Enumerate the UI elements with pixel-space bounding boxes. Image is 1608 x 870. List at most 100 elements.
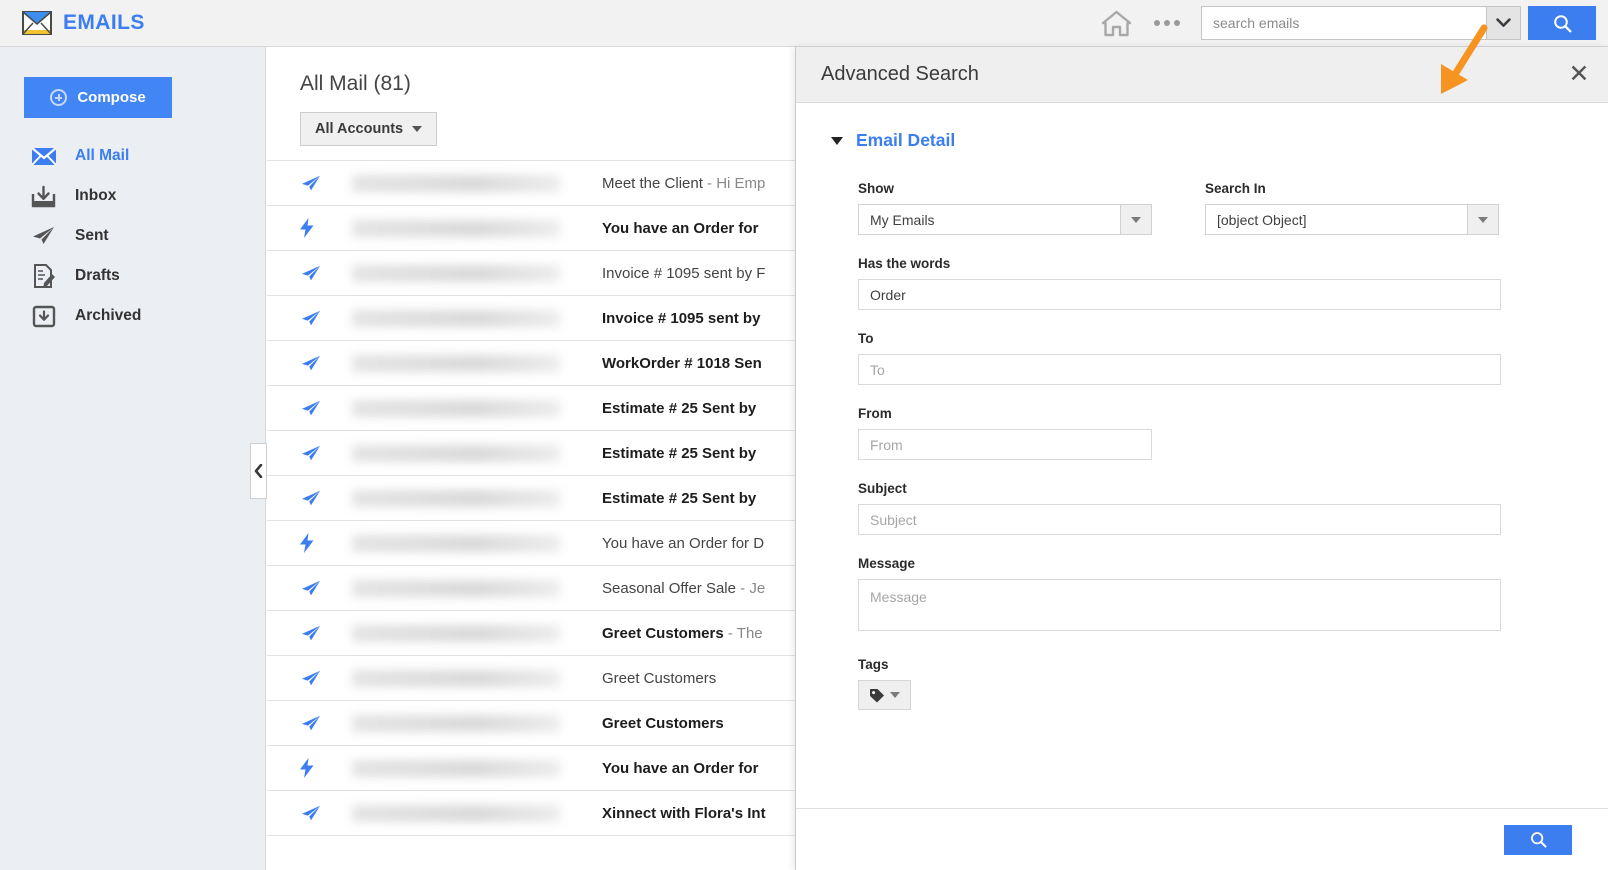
- app-brand: EMAILS: [22, 10, 145, 36]
- search-dropdown-toggle[interactable]: [1486, 6, 1521, 40]
- mail-sender-redacted: [352, 174, 560, 192]
- mail-subject-text: Xinnect with Flora's Int: [602, 804, 766, 822]
- paper-plane-icon: [300, 354, 352, 373]
- sidebar-item-label: Archived: [75, 307, 142, 324]
- sidebar-item-label: Drafts: [75, 267, 120, 284]
- mail-sender-redacted: [352, 399, 560, 417]
- advanced-search-submit-button[interactable]: [1504, 824, 1572, 855]
- archive-box-icon: [30, 304, 57, 328]
- mail-subject-text: WorkOrder # 1018 Sen: [602, 354, 762, 372]
- mail-subject-text: Invoice # 1095 sent by F: [602, 264, 766, 282]
- subject-input[interactable]: [858, 504, 1501, 535]
- mail-sender-redacted: [352, 804, 560, 822]
- mail-sender-redacted: [352, 624, 560, 642]
- message-textarea[interactable]: [858, 579, 1501, 631]
- accounts-filter-label: All Accounts: [315, 121, 404, 137]
- sidebar: Compose All Mail Inbox Sent Drafts Archi…: [0, 47, 266, 870]
- sidebar-item-label: All Mail: [75, 147, 130, 164]
- tag-icon: [870, 688, 884, 702]
- mail-subject-text: You have an Order for D: [602, 534, 765, 552]
- compose-button[interactable]: Compose: [24, 77, 172, 118]
- mail-subject-text: Estimate # 25 Sent by: [602, 399, 757, 417]
- mail-sender-redacted: [352, 534, 560, 552]
- compose-label: Compose: [77, 89, 146, 106]
- email-app-window: EMAILS search emails Compose All Mail In…: [0, 0, 1608, 870]
- envelope-icon: [22, 10, 52, 36]
- mail-preview-text: - The: [723, 624, 763, 642]
- mail-preview-text: - Je: [735, 579, 766, 597]
- paper-plane-icon: [30, 224, 57, 248]
- tags-label: Tags: [858, 657, 889, 672]
- mail-sender-redacted: [352, 669, 560, 687]
- home-icon[interactable]: [1093, 6, 1139, 40]
- email-detail-section-label: Email Detail: [856, 130, 956, 150]
- search-submit-button[interactable]: [1528, 6, 1596, 40]
- paper-plane-icon: [300, 669, 352, 688]
- caret-down-icon: [890, 692, 900, 698]
- paper-plane-icon: [300, 444, 352, 463]
- search-in-label: Search In: [1205, 181, 1266, 196]
- advanced-search-panel: Advanced Search ✕ Email Detail Show My E…: [795, 47, 1608, 870]
- accounts-filter-dropdown[interactable]: All Accounts: [300, 112, 438, 146]
- paper-plane-icon: [300, 579, 352, 598]
- lightning-bolt-icon: [300, 758, 352, 778]
- top-bar: EMAILS: [0, 0, 1608, 47]
- advanced-search-title: Advanced Search: [821, 63, 979, 85]
- paper-plane-icon: [300, 489, 352, 508]
- global-search: [1201, 6, 1596, 40]
- mail-sender-redacted: [352, 444, 560, 462]
- paper-plane-icon: [300, 624, 352, 643]
- close-icon[interactable]: ✕: [1562, 58, 1596, 92]
- sidebar-item-inbox[interactable]: Inbox: [0, 176, 265, 216]
- from-input[interactable]: [858, 429, 1152, 460]
- app-title: EMAILS: [63, 11, 145, 34]
- caret-down-icon: [412, 126, 423, 132]
- sidebar-item-all-mail[interactable]: All Mail: [0, 136, 265, 176]
- plus-circle-icon: [50, 89, 68, 106]
- advanced-search-body: Email Detail Show My Emails Search In [o…: [796, 103, 1608, 808]
- chevron-down-icon[interactable]: [1120, 205, 1151, 234]
- mail-subject-text: Estimate # 25 Sent by: [602, 489, 757, 507]
- mail-subject-text: Invoice # 1095 sent by: [602, 309, 761, 327]
- sidebar-collapse-handle[interactable]: [250, 443, 267, 499]
- chevron-down-icon[interactable]: [1467, 205, 1498, 234]
- mail-sender-redacted: [352, 714, 560, 732]
- mail-sender-redacted: [352, 309, 560, 327]
- tags-dropdown-button[interactable]: [858, 680, 911, 710]
- search-input[interactable]: [1201, 6, 1486, 40]
- sidebar-item-archived[interactable]: Archived: [0, 296, 265, 336]
- show-select[interactable]: My Emails: [858, 204, 1152, 235]
- has-words-input[interactable]: [858, 279, 1501, 310]
- top-bar-actions: [1093, 6, 1608, 40]
- email-detail-section-toggle[interactable]: Email Detail: [831, 130, 1608, 151]
- mail-sender-redacted: [352, 759, 560, 777]
- chevron-left-icon: [254, 464, 263, 478]
- field-tags: Tags: [858, 657, 1608, 710]
- sidebar-item-sent[interactable]: Sent: [0, 216, 265, 256]
- sidebar-item-drafts[interactable]: Drafts: [0, 256, 265, 296]
- dot: [1154, 20, 1160, 26]
- field-has-the-words: Has the words: [858, 256, 1608, 310]
- sidebar-item-label: Sent: [75, 227, 109, 244]
- search-in-select[interactable]: [object Object]: [1205, 204, 1499, 235]
- lightning-bolt-icon: [300, 533, 352, 553]
- draft-pencil-icon: [30, 264, 57, 288]
- mail-subject-text: You have an Order for: [602, 759, 759, 777]
- chevron-down-icon: [831, 136, 843, 145]
- subject-label: Subject: [858, 481, 907, 496]
- mail-sender-redacted: [352, 264, 560, 282]
- show-select-value: My Emails: [870, 211, 935, 228]
- mail-sender-redacted: [352, 354, 560, 372]
- field-to: To: [858, 331, 1608, 385]
- advanced-search-footer: [796, 808, 1608, 870]
- lightning-bolt-icon: [300, 218, 352, 238]
- more-options-icon[interactable]: [1139, 6, 1195, 40]
- mail-subject-text: Seasonal Offer Sale: [602, 579, 736, 597]
- envelope-icon: [30, 144, 57, 168]
- from-label: From: [858, 406, 892, 421]
- inbox-tray-icon: [30, 184, 57, 208]
- mail-subject-text: Estimate # 25 Sent by: [602, 444, 757, 462]
- field-subject: Subject: [858, 481, 1608, 535]
- to-input[interactable]: [858, 354, 1501, 385]
- sidebar-nav: All Mail Inbox Sent Drafts Archived: [0, 136, 265, 336]
